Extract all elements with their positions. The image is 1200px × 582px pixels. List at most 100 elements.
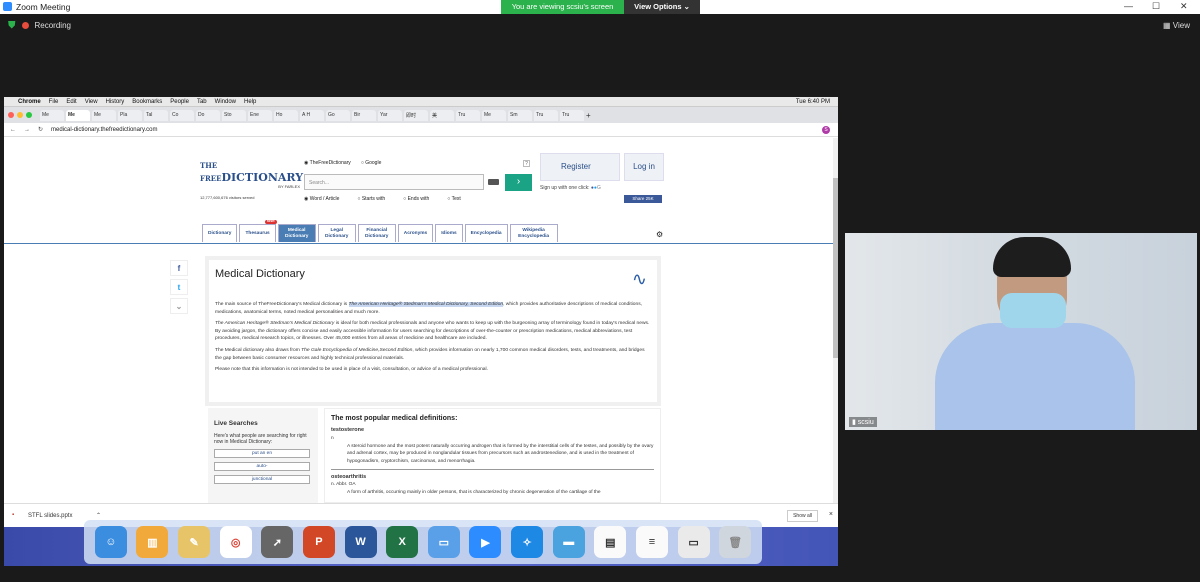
powerpoint-icon[interactable]: P	[302, 526, 335, 558]
numbers-icon[interactable]: ▥	[136, 526, 169, 558]
facebook-icon[interactable]: f	[170, 260, 188, 276]
url-field[interactable]: medical-dictionary.thefreedictionary.com	[51, 127, 158, 133]
menu-tab[interactable]: Tab	[197, 99, 207, 105]
word-icon[interactable]: W	[344, 526, 377, 558]
browser-tab[interactable]: Ho	[274, 109, 298, 121]
menu-help[interactable]: Help	[244, 99, 256, 105]
chevron-down-icon[interactable]: ⌄	[170, 298, 188, 314]
window-controls[interactable]	[8, 112, 32, 118]
gear-icon[interactable]: ⚙	[656, 230, 663, 239]
browser-tab[interactable]: Pla	[118, 109, 142, 121]
search-button[interactable]: ›	[505, 174, 532, 191]
chevron-up-icon[interactable]: ⌃	[96, 512, 101, 519]
mode-text[interactable]: ○ Text	[447, 196, 461, 202]
launchpad-icon[interactable]: ➚	[261, 526, 294, 558]
scrollbar[interactable]	[833, 138, 838, 503]
tab-financial[interactable]: Financial Dictionary	[357, 224, 396, 242]
browser-tab[interactable]: A H	[300, 109, 324, 121]
source-radios: ◉ TheFreeDictionary ○ Google	[304, 160, 381, 166]
show-all-button[interactable]: Show all	[787, 510, 818, 522]
chrome-icon[interactable]: ◎	[219, 526, 252, 558]
browser-tab[interactable]: Tru	[456, 109, 480, 121]
safari-icon[interactable]: ✧	[511, 526, 544, 558]
back-icon[interactable]: ←	[10, 127, 16, 133]
preview-icon[interactable]: ▭	[677, 526, 710, 558]
document-icon[interactable]: ≡	[635, 526, 668, 558]
browser-tab[interactable]: Go	[326, 109, 350, 121]
browser-tab[interactable]: Yar	[378, 109, 402, 121]
tab-wikipedia[interactable]: Wikipedia Encyclopedia	[509, 224, 558, 242]
tab-idioms[interactable]: Idioms	[435, 224, 463, 242]
tab-thesaurus[interactable]: Thesaurus new!	[239, 219, 277, 242]
zoom-icon	[3, 2, 12, 11]
new-tab-icon[interactable]: +	[586, 111, 591, 120]
menu-bookmarks[interactable]: Bookmarks	[132, 99, 162, 105]
mode-starts[interactable]: ○ Starts with	[357, 196, 385, 202]
register-button[interactable]: Register	[540, 153, 620, 181]
finder-icon[interactable]: ☺	[94, 526, 127, 558]
term-testosterone[interactable]: testosterone	[331, 426, 654, 435]
download-file[interactable]: STFL slides.pptx	[28, 513, 72, 519]
radio-google[interactable]: ○ Google	[361, 160, 382, 166]
excel-icon[interactable]: X	[386, 526, 419, 558]
scroll-thumb[interactable]	[833, 178, 838, 358]
site-logo[interactable]: THE FREEDICTIONARY BY FARLEX 12,777,600,…	[200, 160, 303, 200]
tab-legal[interactable]: Legal Dictionary	[317, 224, 356, 242]
menu-app[interactable]: Chrome	[18, 99, 41, 105]
search-input[interactable]: Search...	[304, 174, 484, 190]
maximize-icon[interactable]: ☐	[1152, 1, 1160, 12]
close-download-bar-icon[interactable]: ×	[829, 511, 833, 518]
menu-window[interactable]: Window	[215, 99, 236, 105]
help-icon[interactable]: ?	[523, 160, 530, 167]
browser-tab[interactable]: Me	[92, 109, 116, 121]
folder-icon[interactable]: ▬	[552, 526, 585, 558]
browser-tab[interactable]: Ene	[248, 109, 272, 121]
facebook-share-button[interactable]: Share 25K	[624, 195, 662, 203]
browser-tab[interactable]: Tal	[144, 109, 168, 121]
browser-tab[interactable]: Sm	[508, 109, 532, 121]
browser-tab[interactable]: 美	[430, 109, 454, 121]
forward-icon[interactable]: →	[24, 127, 30, 133]
mode-word[interactable]: ◉ Word / Article	[304, 196, 339, 202]
browser-tab[interactable]: Do	[196, 109, 220, 121]
trash-icon[interactable]: 🗑	[719, 526, 752, 558]
browser-tab-active[interactable]: Me	[66, 109, 90, 121]
menu-edit[interactable]: Edit	[66, 99, 76, 105]
browser-tab[interactable]: Me	[40, 109, 64, 121]
tab-encyclopedia[interactable]: Encyclopedia	[464, 224, 508, 242]
google-icon[interactable]: G	[597, 185, 601, 191]
live-item[interactable]: auto-	[214, 462, 310, 471]
browser-tab[interactable]: Tru	[534, 109, 558, 121]
twitter-icon[interactable]: t	[170, 279, 188, 295]
tab-dictionary[interactable]: Dictionary	[202, 224, 238, 242]
keyboard-icon[interactable]	[488, 179, 499, 185]
menu-view[interactable]: View	[85, 99, 98, 105]
term-osteoarthritis[interactable]: osteoarthritis	[331, 473, 654, 482]
view-button[interactable]: ▦ View	[1163, 21, 1190, 30]
tab-medical[interactable]: Medical Dictionary	[277, 224, 316, 242]
browser-tab[interactable]: Sto	[222, 109, 246, 121]
browser-tab[interactable]: Tru	[560, 109, 584, 121]
screenshot-icon[interactable]: ▤	[594, 526, 627, 558]
tab-acronyms[interactable]: Acronyms	[397, 224, 434, 242]
mode-ends[interactable]: ○ Ends with	[403, 196, 429, 202]
view-options-button[interactable]: View Options ⌄	[624, 0, 700, 14]
menu-people[interactable]: People	[170, 99, 189, 105]
live-item[interactable]: junctional	[214, 475, 310, 484]
minimize-icon[interactable]: —	[1124, 1, 1133, 11]
browser-tab[interactable]: Co	[170, 109, 194, 121]
keynote-icon[interactable]: ▭	[427, 526, 460, 558]
profile-avatar[interactable]: S	[822, 125, 830, 134]
pages-icon[interactable]: ✎	[178, 526, 211, 558]
browser-tab[interactable]: Me	[482, 109, 506, 121]
zoom-icon[interactable]: ▶	[469, 526, 502, 558]
login-button[interactable]: Log in	[624, 153, 664, 181]
menu-file[interactable]: File	[49, 99, 59, 105]
browser-tab[interactable]: Bir	[352, 109, 376, 121]
menu-history[interactable]: History	[106, 99, 125, 105]
reload-icon[interactable]: ↻	[38, 126, 43, 133]
close-icon[interactable]: ✕	[1180, 1, 1188, 12]
browser-tab[interactable]: 即时	[404, 109, 428, 121]
radio-tfd[interactable]: ◉ TheFreeDictionary	[304, 160, 351, 166]
live-item[interactable]: put an en	[214, 449, 310, 458]
